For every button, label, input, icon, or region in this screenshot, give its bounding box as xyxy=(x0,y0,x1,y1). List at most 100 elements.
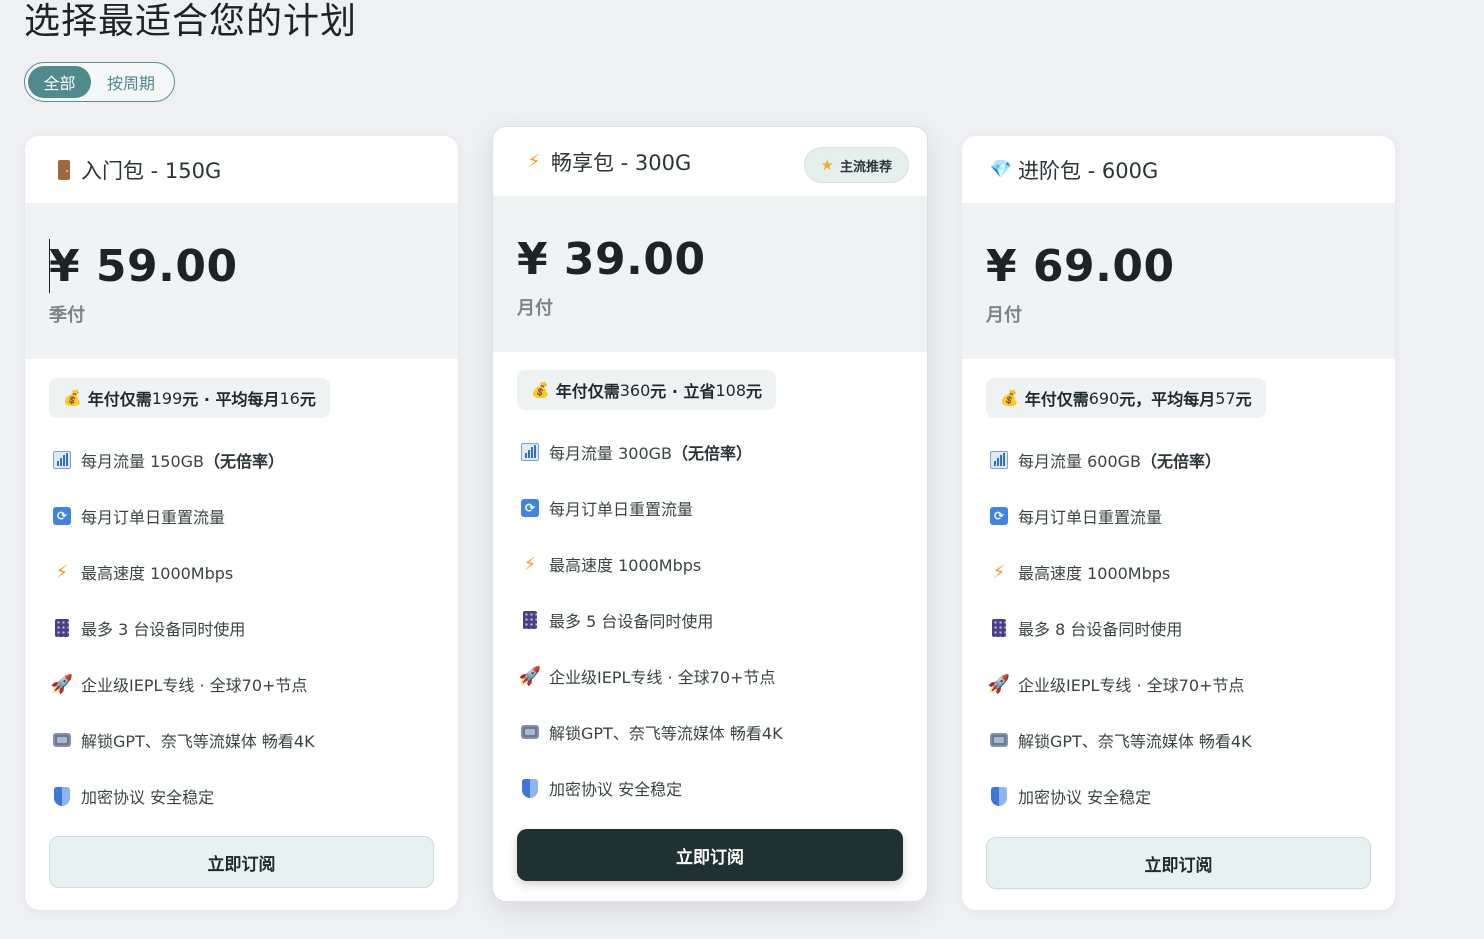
promo-text: 元 xyxy=(1235,390,1252,409)
feature-item: 每月流量 600GB （无倍率） xyxy=(988,432,1385,488)
badge-label: 主流推荐 xyxy=(839,159,892,175)
shield-icon xyxy=(51,785,73,807)
period-filter: 全部 按周期 xyxy=(24,62,175,102)
money-bag-icon: 💰 xyxy=(1000,389,1019,407)
feature-item: ⚡ 最高速度 1000Mbps xyxy=(51,544,448,600)
plan-price: ¥ 39.00 xyxy=(517,234,706,285)
feature-text: 最高速度 1000Mbps xyxy=(1018,564,1171,583)
plan-period: 季付 xyxy=(49,305,85,326)
feature-text: 最多 8 台设备同时使用 xyxy=(1018,620,1183,639)
feature-item: 加密协议 安全稳定 xyxy=(988,768,1385,824)
feature-item: 🚀 企业级IEPL专线 · 全球70+节点 xyxy=(51,656,448,712)
subscribe-button[interactable]: 立即订阅 xyxy=(517,829,903,881)
feature-text: 解锁GPT、奈飞等流媒体 畅看4K xyxy=(81,732,315,751)
price-box: ¥ 59.00 季付 xyxy=(25,203,458,359)
rocket-icon: 🚀 xyxy=(987,673,1011,695)
lightning-icon: ⚡ xyxy=(55,561,69,583)
shield-icon xyxy=(988,785,1010,807)
feature-item: ⟳ 每月订单日重置流量 xyxy=(988,488,1385,544)
promo-text: 元 xyxy=(746,382,763,401)
rocket-icon: 🚀 xyxy=(50,673,74,695)
plan-period: 月付 xyxy=(986,305,1022,326)
feature-item: 🚀 企业级IEPL专线 · 全球70+节点 xyxy=(519,648,917,704)
promo-value: 57 xyxy=(1215,388,1236,408)
feature-emphasis: （无倍率） xyxy=(204,452,285,471)
sync-icon: ⟳ xyxy=(519,497,541,519)
feature-item: 加密协议 安全稳定 xyxy=(519,760,917,816)
lightning-icon: ⚡ xyxy=(523,553,537,575)
feature-text: 每月流量 150GB xyxy=(81,452,205,471)
promo-text: 年付仅需 xyxy=(555,382,620,401)
subscribe-button[interactable]: 立即订阅 xyxy=(986,837,1371,889)
plan-card-standard: ⚡ 畅享包 - 300G ★ 主流推荐 ¥ 39.00 月付 💰 年付仅需 36… xyxy=(492,126,928,902)
bar-chart-icon xyxy=(519,441,541,463)
filter-by-period[interactable]: 按周期 xyxy=(91,66,171,98)
promo-text: 年付仅需 xyxy=(1024,390,1089,409)
promo-value: 108 xyxy=(715,380,747,400)
lightning-icon: ⚡ xyxy=(527,151,541,172)
feature-text: 加密协议 安全稳定 xyxy=(549,780,683,799)
feature-item: 加密协议 安全稳定 xyxy=(51,768,448,824)
feature-item: 最多 3 台设备同时使用 xyxy=(51,600,448,656)
feature-text: 最高速度 1000Mbps xyxy=(549,556,702,575)
plan-card-starter: 入门包 - 150G ¥ 59.00 季付 💰 年付仅需 199 元 · 平均每… xyxy=(25,136,458,910)
promo-text: 元 xyxy=(299,390,316,409)
promo-value: 360 xyxy=(619,380,651,400)
lightning-icon: ⚡ xyxy=(992,561,1006,583)
feature-item: 🚀 企业级IEPL专线 · 全球70+节点 xyxy=(988,656,1385,712)
price-box: ¥ 39.00 月付 xyxy=(493,196,927,352)
promo-text: 年付仅需 xyxy=(87,390,152,409)
feature-text: 解锁GPT、奈飞等流媒体 畅看4K xyxy=(1018,732,1252,751)
feature-item: ⚡ 最高速度 1000Mbps xyxy=(988,544,1385,600)
recommended-badge: ★ 主流推荐 xyxy=(803,147,909,183)
subscribe-button[interactable]: 立即订阅 xyxy=(49,836,434,888)
feature-item: 每月流量 300GB （无倍率） xyxy=(519,424,917,480)
door-icon xyxy=(53,159,75,180)
yearly-promo: 💰 年付仅需 690 元，平均每月 57 元 xyxy=(986,378,1266,418)
feature-text: 每月流量 600GB xyxy=(1018,452,1142,471)
plan-price: ¥ 69.00 xyxy=(986,241,1175,292)
feature-emphasis: （无倍率） xyxy=(672,444,753,463)
feature-text: 加密协议 安全稳定 xyxy=(1018,788,1152,807)
feature-text: 每月订单日重置流量 xyxy=(1018,508,1163,527)
promo-value: 690 xyxy=(1088,388,1120,408)
devices-icon xyxy=(988,617,1010,639)
promo-text: 元 · 平均每月 xyxy=(182,390,280,409)
plan-card-advanced: 💎 进阶包 - 600G ¥ 69.00 月付 💰 年付仅需 690 元，平均每月… xyxy=(962,136,1395,910)
promo-value: 199 xyxy=(151,388,183,408)
feature-text: 企业级IEPL专线 · 全球70+节点 xyxy=(81,676,308,695)
tv-icon xyxy=(988,729,1010,751)
bar-chart-icon xyxy=(51,449,73,471)
tv-icon xyxy=(519,721,541,743)
feature-item: 解锁GPT、奈飞等流媒体 畅看4K xyxy=(988,712,1385,768)
feature-text: 最多 3 台设备同时使用 xyxy=(81,620,246,639)
plan-period: 月付 xyxy=(517,298,553,319)
filter-all[interactable]: 全部 xyxy=(28,66,91,98)
star-icon: ★ xyxy=(820,156,834,174)
promo-text: 元 · 立省 xyxy=(650,382,716,401)
plan-price: ¥ 59.00 xyxy=(49,241,238,292)
feature-list: 每月流量 300GB （无倍率） ⟳ 每月订单日重置流量 ⚡ 最高速度 1000Mbp… xyxy=(519,424,917,816)
tv-icon xyxy=(51,729,73,751)
feature-text: 解锁GPT、奈飞等流媒体 畅看4K xyxy=(549,724,783,743)
feature-list: 每月流量 600GB （无倍率） ⟳ 每月订单日重置流量 ⚡ 最高速度 1000Mbp… xyxy=(988,432,1385,824)
money-bag-icon: 💰 xyxy=(531,381,550,399)
feature-emphasis: （无倍率） xyxy=(1141,452,1222,471)
feature-item: 最多 8 台设备同时使用 xyxy=(988,600,1385,656)
promo-text: 元，平均每月 xyxy=(1119,390,1216,409)
plan-name: 入门包 - 150G xyxy=(81,158,222,183)
promo-value: 16 xyxy=(279,388,300,408)
bar-chart-icon xyxy=(988,449,1010,471)
feature-item: ⟳ 每月订单日重置流量 xyxy=(519,480,917,536)
feature-item: 解锁GPT、奈飞等流媒体 畅看4K xyxy=(519,704,917,760)
yearly-promo: 💰 年付仅需 360 元 · 立省 108 元 xyxy=(517,370,777,410)
sync-icon: ⟳ xyxy=(988,505,1010,527)
yearly-promo: 💰 年付仅需 199 元 · 平均每月 16 元 xyxy=(49,378,330,418)
plan-name: 畅享包 - 300G xyxy=(551,150,692,175)
page-title: 选择最适合您的计划 xyxy=(24,1,358,42)
feature-text: 最高速度 1000Mbps xyxy=(81,564,234,583)
feature-item: 每月流量 150GB （无倍率） xyxy=(51,432,448,488)
feature-text: 企业级IEPL专线 · 全球70+节点 xyxy=(1018,676,1245,695)
feature-text: 每月订单日重置流量 xyxy=(549,500,694,519)
feature-text: 加密协议 安全稳定 xyxy=(81,788,215,807)
